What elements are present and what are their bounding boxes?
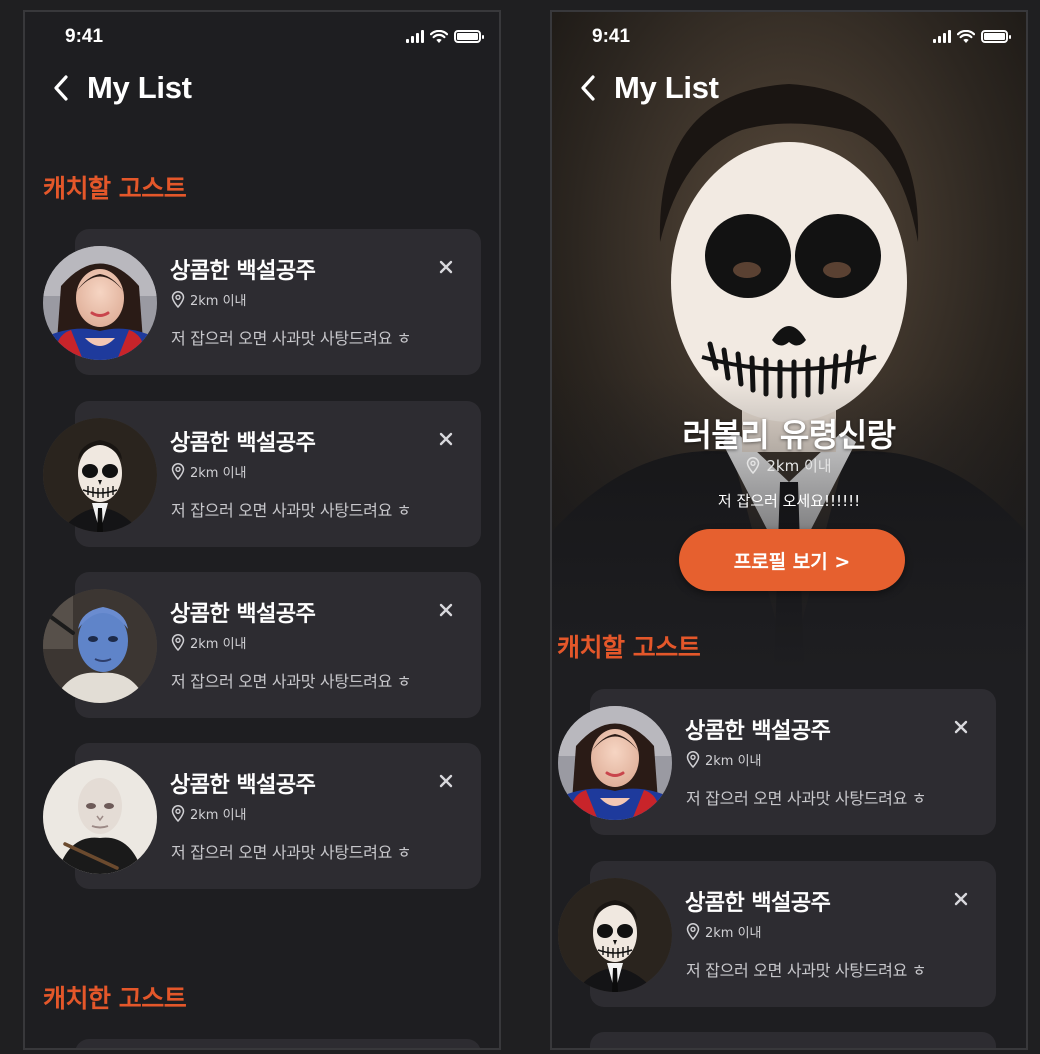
distance-label: 2km 이내 <box>190 808 247 823</box>
location-pin-icon <box>747 457 760 474</box>
status-bar: 9:41 <box>552 12 1026 64</box>
wifi-icon <box>430 30 448 43</box>
avatar[interactable] <box>43 589 157 703</box>
ghost-card[interactable]: 상콤한 백설공주 2km 이내 저 잡으러 오면 사과맛 사탕드려요 ㅎ <box>43 743 481 889</box>
ghost-name: 상콤한 백설공주 <box>170 602 316 627</box>
remove-button[interactable] <box>438 259 454 275</box>
distance-label: 2km 이내 <box>190 466 247 481</box>
featured-ghost-name: 러볼리 유령신랑 <box>682 416 896 454</box>
location-pin-icon <box>171 634 185 651</box>
avatar[interactable] <box>43 418 157 532</box>
remove-button[interactable] <box>438 602 454 618</box>
my-list-screen: 9:41 My List 캐치할 고스트 상콤한 백설공주 2km 이내 저 잡… <box>23 10 501 1050</box>
ghost-card[interactable]: 상콤한 백설공주 2km 이내 저 잡으러 오면 사과맛 사탕드려요 ㅎ <box>558 861 996 1007</box>
back-button[interactable] <box>53 74 73 102</box>
chevron-left-icon <box>54 75 68 101</box>
featured-ghost-distance: 2km 이내 <box>552 455 1026 476</box>
close-icon <box>439 774 453 788</box>
chevron-left-icon <box>581 75 595 101</box>
page-title: My List <box>614 70 719 105</box>
status-time: 9:41 <box>65 26 104 47</box>
ghost-distance: 2km 이내 <box>686 922 762 941</box>
featured-ghost-screen: 9:41 My List 러볼리 유령신랑 2km 이내 저 잡으러 오세요!!… <box>550 10 1028 1050</box>
ghost-message: 저 잡으러 오면 사과맛 사탕드려요 ㅎ <box>171 501 412 520</box>
ghost-card[interactable]: 상콤한 백설공주 2km 이내 저 잡으러 오면 사과맛 사탕드려요 ㅎ <box>43 572 481 718</box>
distance-label: 2km 이내 <box>190 294 247 309</box>
close-icon <box>954 720 968 734</box>
remove-button[interactable] <box>438 431 454 447</box>
ghost-name: 상콤한 백설공주 <box>170 431 316 456</box>
location-pin-icon <box>171 291 185 308</box>
section-title-to-catch: 캐치할 고스트 <box>43 174 187 203</box>
avatar[interactable] <box>558 706 672 820</box>
remove-button[interactable] <box>438 773 454 789</box>
section-title-caught: 캐치한 고스트 <box>43 984 187 1013</box>
ghost-name: 상콤한 백설공주 <box>170 259 316 284</box>
ghost-card[interactable]: 상콤한 백설공주 2km 이내 저 잡으러 오면 사과맛 사탕드려요 ㅎ <box>43 229 481 375</box>
back-button[interactable] <box>580 74 600 102</box>
ghost-card-partial[interactable] <box>590 1032 996 1048</box>
ghost-card[interactable]: 상콤한 백설공주 2km 이내 저 잡으러 오면 사과맛 사탕드려요 ㅎ <box>43 401 481 547</box>
signal-icon <box>406 30 424 43</box>
ghost-name: 상콤한 백설공주 <box>685 719 831 744</box>
status-time: 9:41 <box>592 26 631 47</box>
skull-makeup-photo <box>43 418 157 532</box>
location-pin-icon <box>171 805 185 822</box>
close-icon <box>439 260 453 274</box>
ghost-distance: 2km 이내 <box>171 290 247 309</box>
signal-icon <box>933 30 951 43</box>
battery-icon <box>981 30 1011 43</box>
close-icon <box>439 603 453 617</box>
voldemort-costume-photo <box>43 760 157 874</box>
remove-button[interactable] <box>953 719 969 735</box>
ghost-name: 상콤한 백설공주 <box>685 891 831 916</box>
distance-label: 2km 이내 <box>705 754 762 769</box>
ghost-card[interactable]: 상콤한 백설공주 2km 이내 저 잡으러 오면 사과맛 사탕드려요 ㅎ <box>558 689 996 835</box>
view-profile-button[interactable]: 프로필 보기 > <box>679 529 905 591</box>
featured-ghost-message: 저 잡으러 오세요!!!!!! <box>717 492 861 510</box>
ghost-card-partial[interactable] <box>75 1039 481 1048</box>
ghost-distance: 2km 이내 <box>686 750 762 769</box>
avatar[interactable] <box>43 760 157 874</box>
ghost-message: 저 잡으러 오면 사과맛 사탕드려요 ㅎ <box>171 843 412 862</box>
section-title-to-catch: 캐치할 고스트 <box>557 633 701 662</box>
ghost-message: 저 잡으러 오면 사과맛 사탕드려요 ㅎ <box>686 789 927 808</box>
snow-white-photo <box>558 706 672 820</box>
ghost-name: 상콤한 백설공주 <box>170 773 316 798</box>
location-pin-icon <box>171 463 185 480</box>
wifi-icon <box>957 30 975 43</box>
location-pin-icon <box>686 751 700 768</box>
ghost-distance: 2km 이내 <box>171 462 247 481</box>
location-pin-icon <box>686 923 700 940</box>
distance-label: 2km 이내 <box>705 926 762 941</box>
snow-white-photo <box>43 246 157 360</box>
ghost-message: 저 잡으러 오면 사과맛 사탕드려요 ㅎ <box>171 329 412 348</box>
nav-bar: My List <box>53 70 192 106</box>
distance-label: 2km 이내 <box>766 457 832 475</box>
status-icons <box>406 30 484 43</box>
status-icons <box>933 30 1011 43</box>
nav-bar: My List <box>580 70 719 106</box>
distance-label: 2km 이내 <box>190 637 247 652</box>
close-icon <box>954 892 968 906</box>
ghost-distance: 2km 이내 <box>171 804 247 823</box>
status-bar: 9:41 <box>25 12 499 64</box>
blue-face-makeup-photo <box>43 589 157 703</box>
close-icon <box>439 432 453 446</box>
avatar[interactable] <box>558 878 672 992</box>
skull-makeup-photo <box>558 878 672 992</box>
avatar[interactable] <box>43 246 157 360</box>
ghost-message: 저 잡으러 오면 사과맛 사탕드려요 ㅎ <box>686 961 927 980</box>
battery-icon <box>454 30 484 43</box>
ghost-distance: 2km 이내 <box>171 633 247 652</box>
ghost-message: 저 잡으러 오면 사과맛 사탕드려요 ㅎ <box>171 672 412 691</box>
remove-button[interactable] <box>953 891 969 907</box>
page-title: My List <box>87 70 192 105</box>
